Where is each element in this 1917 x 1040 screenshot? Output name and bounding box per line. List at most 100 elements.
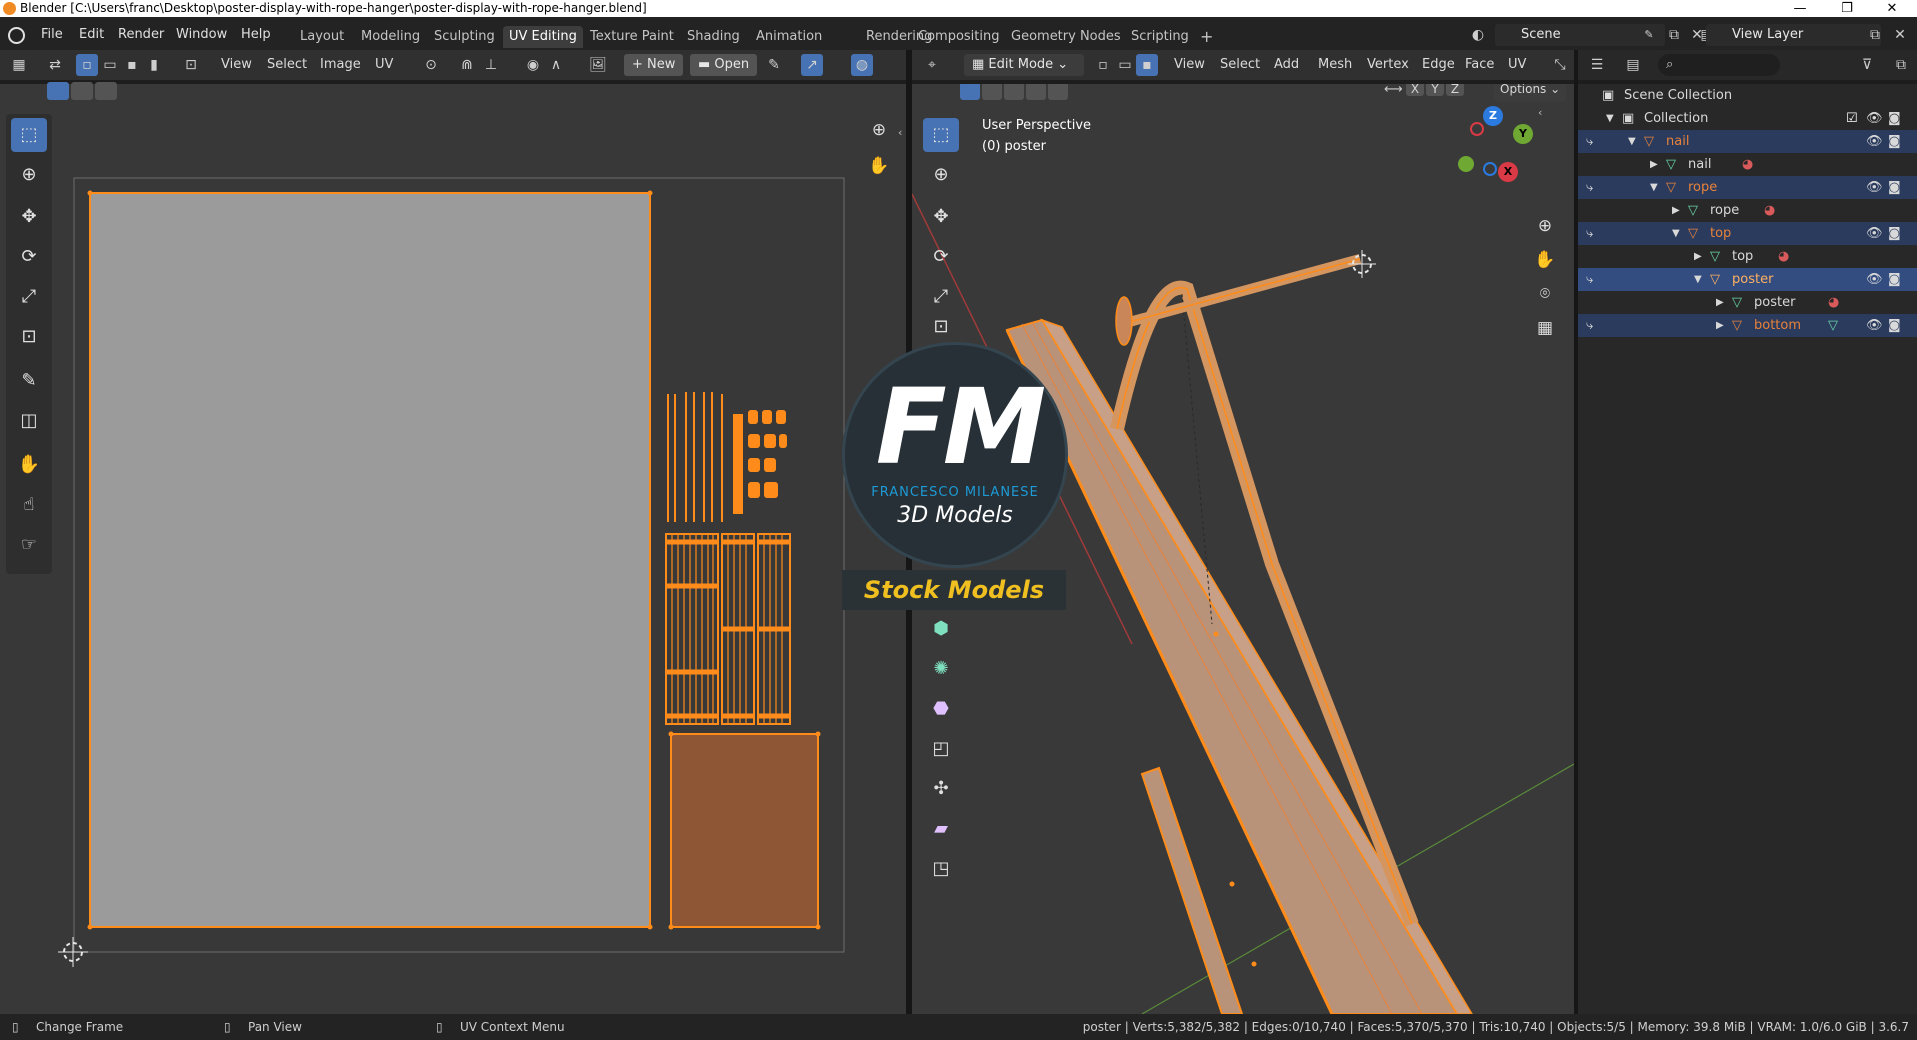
sticky-mode-icon[interactable]: ⊡ — [180, 54, 202, 76]
restore-button[interactable]: ❐ — [1827, 0, 1867, 17]
editor-type-icon[interactable]: ▦ — [8, 54, 30, 76]
outliner-row-top[interactable]: ⤷ ▼ ▽ top 👁 ◙ — [1578, 222, 1917, 245]
gizmo-x-axis[interactable]: X — [1498, 162, 1518, 182]
expand-arrow-icon[interactable]: ▶ — [1716, 314, 1724, 337]
camera-view-icon[interactable]: ⌾ — [1532, 284, 1558, 310]
face-mode-icon[interactable]: ▪ — [1136, 54, 1158, 76]
new-view-layer-icon[interactable]: ⧉ — [1864, 24, 1886, 46]
menu-render[interactable]: Render — [113, 25, 169, 45]
viewport-menu-uv[interactable]: UV — [1504, 55, 1530, 75]
vertex-select-icon[interactable]: ▫ — [76, 54, 98, 76]
exclude-checkbox-icon[interactable]: ☑ — [1846, 107, 1858, 130]
viewport-menu-add[interactable]: Add — [1270, 55, 1303, 75]
scene-selector-icon[interactable]: ◐ — [1467, 24, 1489, 46]
sync-selection-icon[interactable]: ⇄ — [44, 54, 66, 76]
outliner-row-nail[interactable]: ⤷ ▼ ▽ nail 👁 ◙ — [1578, 130, 1917, 153]
render-camera-icon[interactable]: ◙ — [1888, 314, 1901, 337]
tab-shading[interactable]: Shading — [681, 26, 746, 48]
minimize-button[interactable]: — — [1780, 0, 1820, 17]
outliner-row-rope[interactable]: ⤷ ▼ ▽ rope 👁 ◙ — [1578, 176, 1917, 199]
new-collection-icon[interactable]: ⧉ — [1890, 54, 1912, 76]
render-camera-icon[interactable]: ◙ — [1888, 268, 1901, 291]
edge-slide-tool[interactable]: ◰ — [923, 732, 959, 766]
uv-menu-image[interactable]: Image — [316, 55, 365, 75]
vp-rotate-tool[interactable]: ⟳ — [923, 240, 959, 274]
viewport-menu-edge[interactable]: Edge — [1418, 55, 1459, 75]
expand-arrow-icon[interactable]: ▼ — [1606, 107, 1614, 130]
proportional-edit-icon[interactable]: ◉ — [522, 54, 544, 76]
gizmo-neg-x[interactable] — [1470, 122, 1484, 136]
expand-arrow-icon[interactable]: ▼ — [1650, 176, 1658, 199]
menu-window[interactable]: Window — [171, 25, 232, 45]
tab-layout[interactable]: Layout — [294, 26, 350, 48]
tab-geometry-nodes[interactable]: Geometry Nodes — [1005, 26, 1127, 48]
outliner[interactable]: ▣ Scene Collection ▼ ▣ Collection ☑ 👁 ◙ … — [1578, 84, 1917, 1014]
expand-arrow-icon[interactable]: ▼ — [1672, 222, 1680, 245]
navigation-gizmo[interactable]: Z Y X — [1450, 104, 1540, 194]
outliner-row-top-mesh[interactable]: ▶ ▽ top ◕ — [1578, 245, 1917, 268]
snap-increment-icon[interactable]: ⊥ — [480, 54, 502, 76]
outliner-row-poster[interactable]: ⤷ ▼ ▽ poster 👁 ◙ — [1578, 268, 1917, 291]
vp-move-tool[interactable]: ✥ — [923, 200, 959, 234]
new-scene-icon[interactable]: ⧉ — [1663, 24, 1685, 46]
viewport-menu-select[interactable]: Select — [1216, 55, 1264, 75]
tab-texture-paint[interactable]: Texture Paint — [584, 26, 680, 48]
visibility-eye-icon[interactable]: 👁 — [1866, 130, 1883, 153]
vp-select-intersect-icon[interactable] — [1048, 84, 1068, 100]
spin-tool[interactable]: ✺ — [923, 652, 959, 686]
gizmo-z-axis[interactable]: Z — [1483, 106, 1503, 126]
vp-select-invert-icon[interactable] — [1026, 84, 1046, 100]
viewport-menu-view[interactable]: View — [1170, 55, 1209, 75]
expand-arrow-icon[interactable]: ▶ — [1716, 291, 1724, 314]
expand-arrow-icon[interactable]: ▼ — [1628, 130, 1636, 153]
snap-icon[interactable]: ⋒ — [456, 54, 478, 76]
gizmo-neg-y[interactable] — [1458, 156, 1474, 172]
uv-canvas[interactable] — [0, 84, 906, 1014]
rip-region-tool[interactable]: ◳ — [923, 852, 959, 886]
viewport-menu-mesh[interactable]: Mesh — [1314, 55, 1356, 75]
menu-edit[interactable]: Edit — [74, 25, 109, 45]
close-button[interactable]: ✕ — [1872, 0, 1912, 17]
menu-help[interactable]: Help — [236, 25, 276, 45]
pivot-icon[interactable]: ⊙ — [420, 54, 442, 76]
mirror-y-button[interactable]: Y — [1426, 84, 1444, 96]
display-mode-icon[interactable]: ▤ — [1622, 54, 1644, 76]
render-camera-icon[interactable]: ◙ — [1888, 107, 1901, 130]
vp-zoom-icon[interactable]: ⊕ — [1532, 216, 1558, 242]
mirror-z-button[interactable]: Z — [1446, 84, 1464, 96]
expand-arrow-icon[interactable]: ▶ — [1650, 153, 1658, 176]
render-camera-icon[interactable]: ◙ — [1888, 176, 1901, 199]
pin-image-icon[interactable]: ✎ — [763, 54, 785, 76]
mirror-x-button[interactable]: X — [1406, 84, 1424, 96]
uv-menu-view[interactable]: View — [217, 55, 256, 75]
vp-select-box-tool[interactable]: ⬚ — [923, 118, 959, 152]
visibility-eye-icon[interactable]: 👁 — [1866, 222, 1883, 245]
tab-uv-editing[interactable]: UV Editing — [503, 26, 583, 48]
filter-icon[interactable]: ⊽ — [1856, 54, 1878, 76]
menu-file[interactable]: File — [36, 25, 68, 45]
poly-build-tool[interactable]: ⬢ — [923, 612, 959, 646]
face-select-icon[interactable]: ▪ — [121, 54, 143, 76]
vp-scale-tool[interactable]: ⤢ — [923, 280, 959, 314]
viewport-menu-face[interactable]: Face — [1461, 55, 1498, 75]
vp-collapse-sidebar-icon[interactable]: ‹ — [1538, 106, 1542, 119]
tab-modeling[interactable]: Modeling — [355, 26, 426, 48]
transform-orientation-icon[interactable]: ⤡ — [1549, 54, 1571, 76]
blender-menu-icon[interactable] — [8, 27, 25, 44]
expand-arrow-icon[interactable]: ▶ — [1694, 245, 1702, 268]
new-image-button[interactable]: + New — [624, 54, 684, 76]
expand-arrow-icon[interactable]: ▼ — [1694, 268, 1702, 291]
view-layer-field[interactable]: View Layer — [1706, 24, 1881, 46]
shear-tool[interactable]: ▰ — [923, 812, 959, 846]
island-select-icon[interactable]: ▮ — [143, 54, 165, 76]
tab-sculpting[interactable]: Sculpting — [428, 26, 501, 48]
mirror-icon[interactable]: ⟷ — [1384, 84, 1403, 97]
smooth-tool[interactable]: ⬣ — [923, 692, 959, 726]
open-image-button[interactable]: ▬ Open — [690, 54, 758, 76]
visibility-eye-icon[interactable]: 👁 — [1866, 314, 1883, 337]
tab-compositing[interactable]: Compositing — [912, 26, 1006, 48]
outliner-editor-type-icon[interactable]: ☰ — [1586, 54, 1608, 76]
options-button[interactable]: Options ⌄ — [1494, 84, 1567, 102]
viewport-editor-type-icon[interactable]: ⌖ — [921, 54, 943, 76]
visibility-eye-icon[interactable]: 👁 — [1866, 268, 1883, 291]
